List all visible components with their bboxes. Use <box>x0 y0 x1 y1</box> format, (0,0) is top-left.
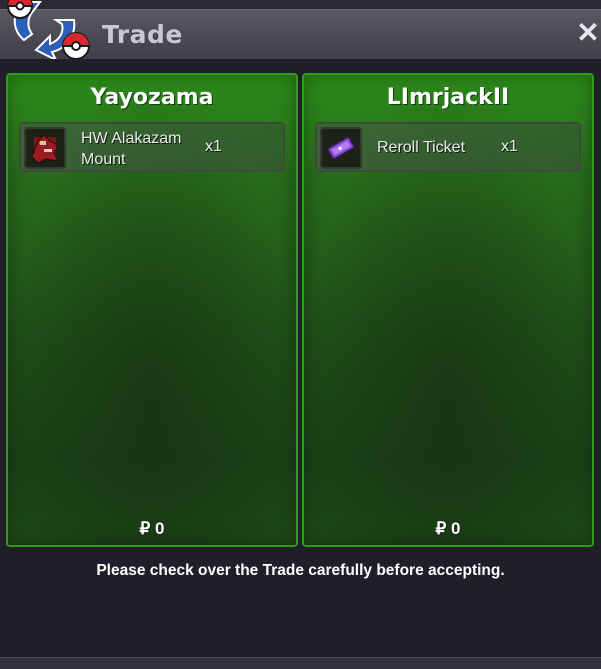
left-item-name-line1: HW Alakazam <box>81 130 182 147</box>
close-icon[interactable]: ✕ <box>575 18 601 48</box>
bottom-edge <box>0 657 601 669</box>
left-money-symbol: ₽ <box>139 519 151 538</box>
left-item-quantity: x1 <box>205 138 222 155</box>
trade-logo-icon <box>7 0 90 63</box>
trade-window-body: Yayozama HW Alakazam Mount x1 ₽ 0 LImrja… <box>0 59 601 657</box>
right-money: ₽ 0 <box>304 519 592 539</box>
right-player-name: LImrjackII <box>386 85 510 110</box>
left-money-value: 0 <box>155 519 165 538</box>
left-trade-panel: Yayozama HW Alakazam Mount x1 ₽ 0 <box>6 73 298 547</box>
left-money: ₽ 0 <box>8 519 296 539</box>
alakazam-mount-icon <box>24 127 66 169</box>
right-money-symbol: ₽ <box>435 519 447 538</box>
right-trade-item[interactable]: Reroll Ticket x1 <box>315 122 581 172</box>
right-money-value: 0 <box>451 519 461 538</box>
window-title: Trade <box>102 20 183 49</box>
left-trade-item[interactable]: HW Alakazam Mount x1 <box>19 122 285 172</box>
trade-notice: Please check over the Trade carefully be… <box>96 562 505 579</box>
right-trade-panel: LImrjackII Reroll Ticket x1 ₽ 0 <box>302 73 594 547</box>
left-item-name-line2: Mount <box>81 151 126 168</box>
left-player-name: Yayozama <box>90 85 214 110</box>
left-item-name: HW Alakazam Mount <box>81 128 201 170</box>
right-item-name: Reroll Ticket <box>377 139 466 156</box>
right-item-quantity: x1 <box>501 138 518 155</box>
reroll-ticket-icon <box>320 127 362 169</box>
